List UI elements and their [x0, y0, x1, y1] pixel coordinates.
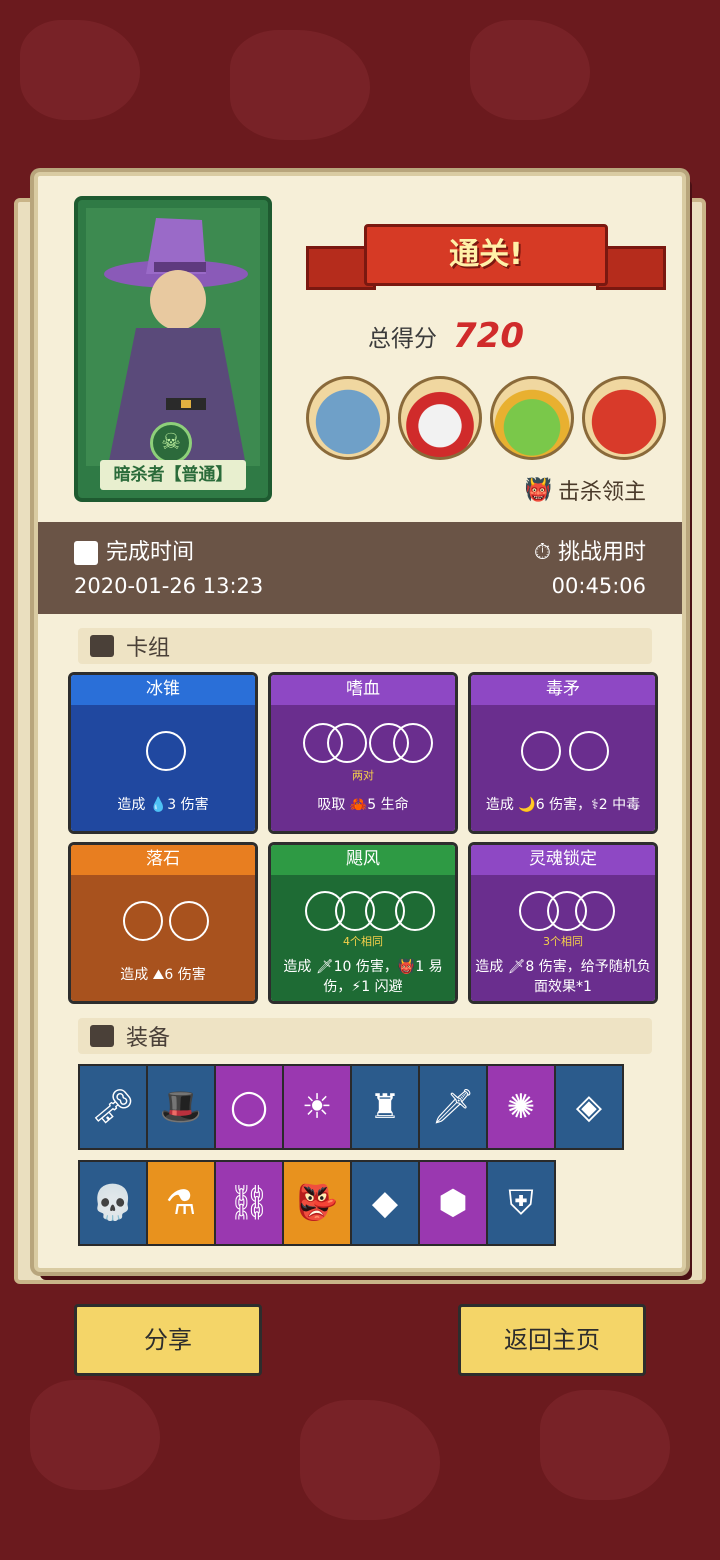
deck-title: 卡组: [126, 636, 171, 661]
slot-circle: [393, 723, 433, 763]
calendar-icon: [74, 541, 98, 565]
slot-circle: [395, 891, 435, 931]
card-desc: 造成 🗡8 伤害，给予随机负面效果*1: [475, 959, 651, 995]
slot-circle: [575, 891, 615, 931]
card-desc: 造成 ⛰6 伤害: [120, 967, 206, 983]
card-title: 灵魂锁定: [471, 845, 655, 875]
skull-icon[interactable]: 💀: [78, 1160, 148, 1246]
shield-icon[interactable]: ⛨: [486, 1160, 556, 1246]
score-label: 总得分: [368, 326, 437, 352]
boss-crowned-skull-icon: [398, 376, 482, 460]
background-shape: [20, 20, 140, 120]
card-bloodthirst[interactable]: 嗜血 两对 吸取 🦀5 生命: [268, 672, 458, 834]
hero-name: 暗杀者【普通】: [100, 460, 246, 490]
background-shape: [540, 1390, 670, 1500]
slot-circle: [327, 723, 367, 763]
background-shape: [470, 20, 590, 120]
water-slot-icon: [146, 731, 186, 771]
card-note: 3个相同: [543, 935, 583, 948]
card-desc: 吸取 🦀5 生命: [317, 797, 409, 813]
moon-slot-icon: [569, 731, 609, 771]
equipment-header: 装备: [78, 1018, 652, 1054]
horn-cup-icon[interactable]: ♜: [350, 1064, 420, 1150]
card-desc: 造成 🌙6 伤害，⚕2 中毒: [485, 797, 641, 813]
kill-label: 击杀领主: [557, 480, 646, 505]
card-rockfall[interactable]: 落石 造成 ⛰6 伤害: [68, 842, 258, 1004]
card-poison-spear[interactable]: 毒矛 造成 🌙6 伤害，⚕2 中毒: [468, 672, 658, 834]
card-desc: 造成 💧3 伤害: [117, 797, 209, 813]
card-title: 嗜血: [271, 675, 455, 705]
score-row: 总得分 720: [368, 316, 524, 356]
card-note: 4个相同: [343, 935, 383, 948]
equipment-row-1: 🗝 🎩 ◯ ☀ ♜ 🗡 ✺ ◈: [78, 1064, 624, 1150]
deck-header: 卡组: [78, 628, 652, 664]
equipment-title: 装备: [126, 1026, 171, 1051]
boss-portraits: [306, 376, 666, 460]
emerald-ring-icon[interactable]: ◈: [554, 1064, 624, 1150]
card-title: 毒矛: [471, 675, 655, 705]
moon-slot-icon: [521, 731, 561, 771]
rock-slot-icon: [169, 901, 209, 941]
kill-lords-row: 👹 击杀领主: [525, 474, 646, 506]
background-shape: [230, 30, 370, 140]
demon-head-icon: 👹: [524, 477, 552, 503]
clear-banner: 通关!: [306, 216, 666, 306]
background-shape: [300, 1400, 440, 1520]
home-button[interactable]: 返回主页: [458, 1304, 646, 1376]
boss-green-goblin-king-icon: [490, 376, 574, 460]
equipment-icon: [90, 1025, 114, 1047]
cards-icon: [90, 635, 114, 657]
dagger-icon[interactable]: 🗡: [418, 1064, 488, 1150]
dice-icon[interactable]: ⬢: [418, 1160, 488, 1246]
card-title: 落石: [71, 845, 255, 875]
chain-icon[interactable]: ⛓: [214, 1160, 284, 1246]
card-note: 两对: [352, 769, 374, 782]
equipment-row-2: 💀 ⚗ ⛓ 👺 ◆ ⬢ ⛨: [78, 1160, 556, 1246]
result-panel: ☠ 暗杀者【普通】 通关! 总得分 720 👹 击杀领主 完成时间 ⏱ 挑战用时…: [34, 172, 686, 1272]
stopwatch-icon: ⏱: [533, 540, 558, 565]
card-soul-lock[interactable]: 灵魂锁定 3个相同 造成 🗡8 伤害，给予随机负面效果*1: [468, 842, 658, 1004]
red-ring-icon[interactable]: ◯: [214, 1064, 284, 1150]
slime-icon[interactable]: ✺: [486, 1064, 556, 1150]
boss-red-demon-icon: [582, 376, 666, 460]
skull-icon: ☠: [150, 422, 192, 464]
banner-title: 通关!: [364, 224, 608, 286]
key-icon[interactable]: 🗝: [78, 1064, 148, 1150]
eye-flask-icon[interactable]: ⚗: [146, 1160, 216, 1246]
duration-value: 00:45:06: [551, 574, 646, 598]
background-shape: [30, 1380, 160, 1490]
crystal-icon[interactable]: ◆: [350, 1160, 420, 1246]
rock-slot-icon: [123, 901, 163, 941]
card-title: 冰锥: [71, 675, 255, 705]
card-desc: 造成 🗡10 伤害，👹1 易伤，⚡1 闪避: [283, 959, 443, 995]
card-hurricane[interactable]: 飓风 4个相同 造成 🗡10 伤害，👹1 易伤，⚡1 闪避: [268, 842, 458, 1004]
demon-mask-icon[interactable]: 👺: [282, 1160, 352, 1246]
card-title: 飓风: [271, 845, 455, 875]
finish-time-value: 2020-01-26 13:23: [74, 574, 264, 598]
duration-label: ⏱ 挑战用时: [533, 540, 646, 565]
finish-time-label: 完成时间: [74, 534, 194, 566]
card-ice-cone[interactable]: 冰锥 造成 💧3 伤害: [68, 672, 258, 834]
golden-mask-icon[interactable]: ☀: [282, 1064, 352, 1150]
hero-card: ☠ 暗杀者【普通】: [74, 196, 272, 502]
share-button[interactable]: 分享: [74, 1304, 262, 1376]
boss-blue-ogre-icon: [306, 376, 390, 460]
time-strip: 完成时间 ⏱ 挑战用时 2020-01-26 13:23 00:45:06: [38, 522, 682, 614]
top-hat-icon[interactable]: 🎩: [146, 1064, 216, 1150]
score-value: 720: [453, 316, 524, 356]
